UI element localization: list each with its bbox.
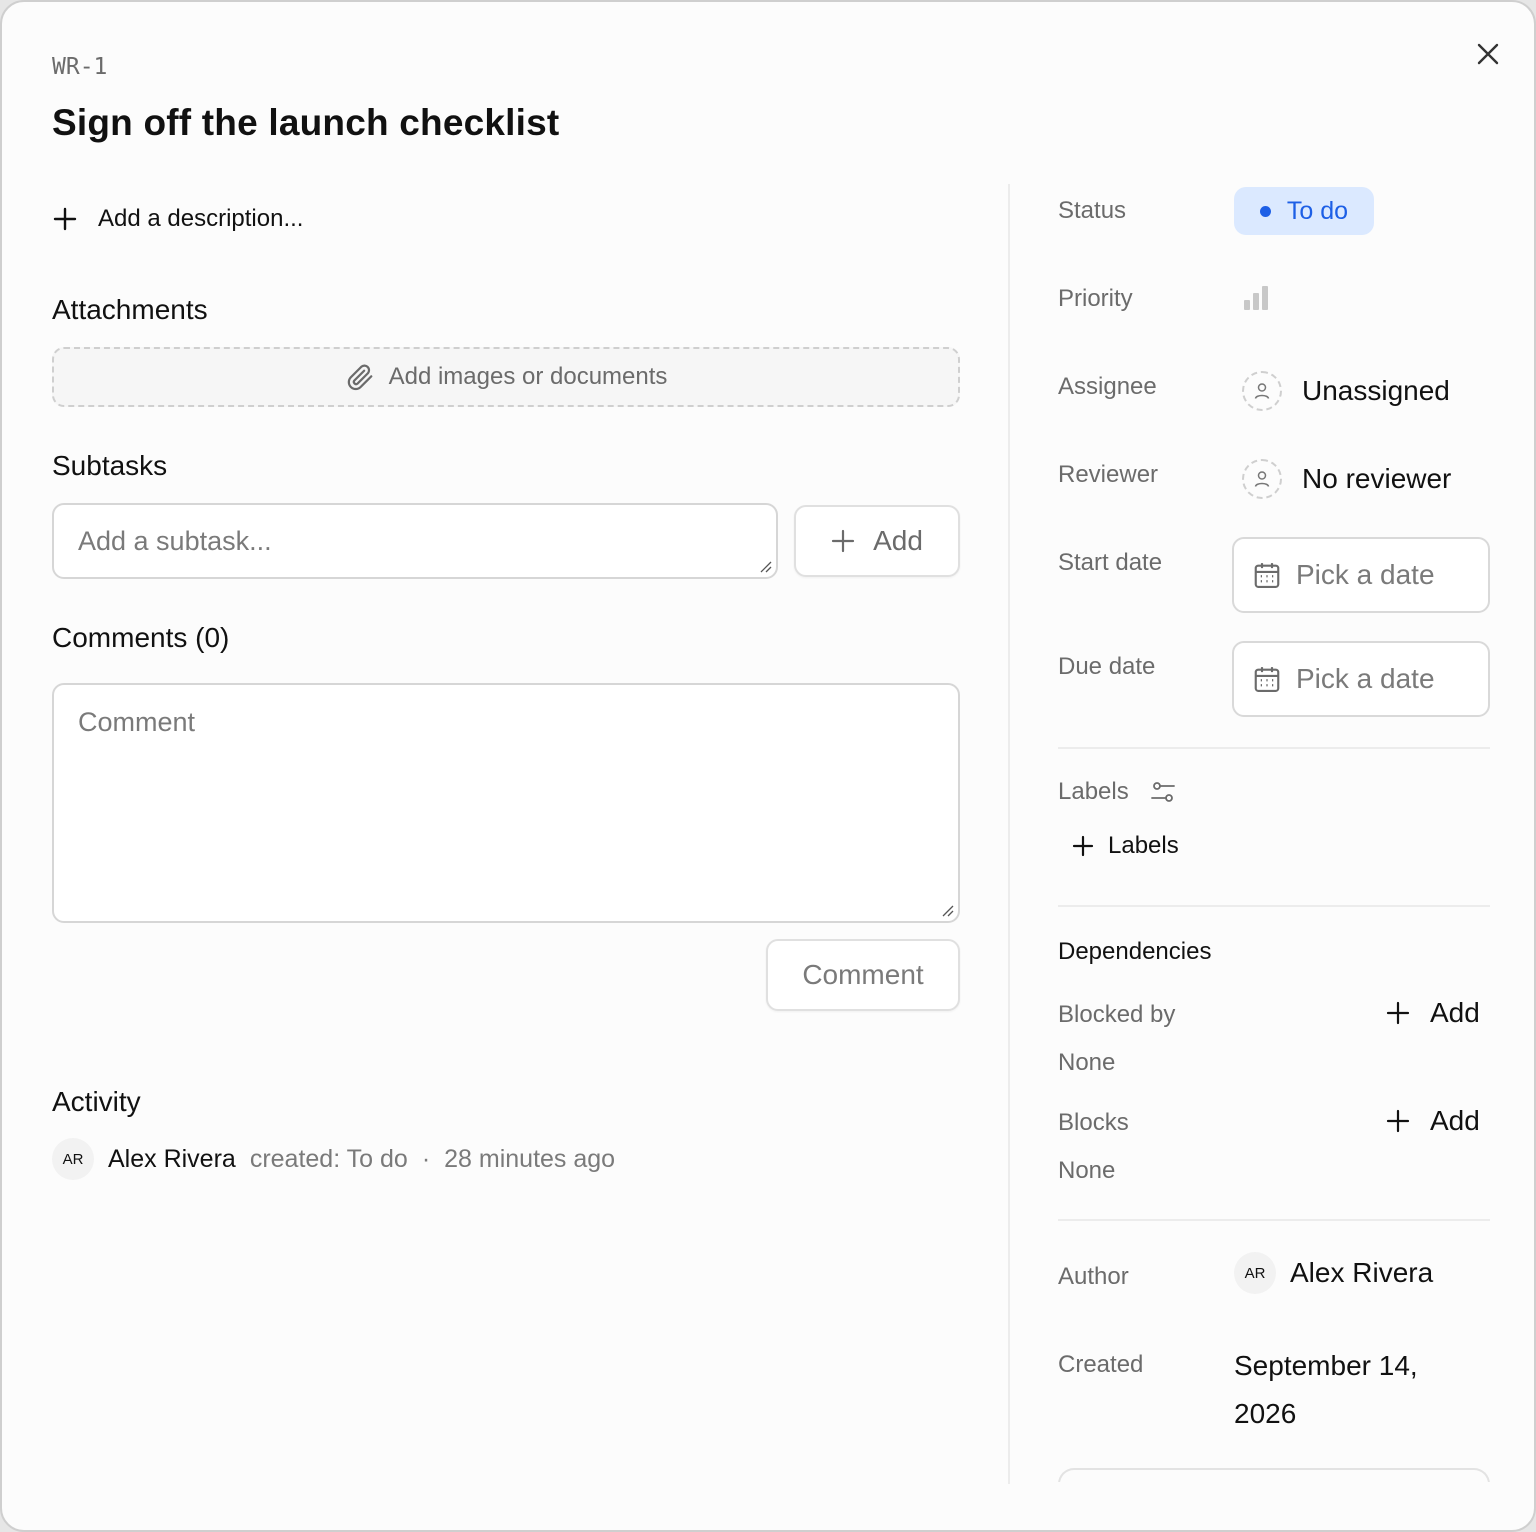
activity-heading: Activity xyxy=(52,1086,141,1117)
created-label: Created xyxy=(1058,1351,1144,1378)
activity-action: created: To do xyxy=(249,1144,408,1173)
add-description-label: Add a description... xyxy=(98,205,304,232)
assignee-value: Unassigned xyxy=(1302,375,1450,406)
user-icon xyxy=(1242,459,1282,499)
priority-dropdown[interactable] xyxy=(1242,284,1270,317)
resize-handle-icon[interactable] xyxy=(940,903,954,917)
plus-icon xyxy=(1386,1001,1410,1025)
plus-icon xyxy=(831,529,855,553)
created-value: September 14, 2026 xyxy=(1234,1350,1418,1429)
attachments-heading: Attachments xyxy=(52,294,208,325)
paperclip-icon xyxy=(347,364,372,391)
activity-separator: · xyxy=(421,1144,431,1173)
resize-handle-icon[interactable] xyxy=(758,559,772,573)
issue-title[interactable]: Sign off the launch checklist xyxy=(52,102,559,144)
subtask-input[interactable]: Add a subtask... xyxy=(52,503,778,579)
column-divider xyxy=(1008,184,1010,1484)
add-labels-button[interactable]: Labels xyxy=(1072,832,1179,860)
due-date-picker[interactable]: Pick a date xyxy=(1232,641,1490,717)
comment-placeholder: Comment xyxy=(78,707,196,737)
status-value: To do xyxy=(1286,196,1349,225)
blocks-value: None xyxy=(1058,1157,1116,1184)
add-blocks-button[interactable]: Add xyxy=(1386,1105,1480,1137)
sliders-icon[interactable] xyxy=(1149,778,1177,806)
issue-detail-modal: WR-1 Sign off the launch checklist Add a… xyxy=(0,0,1536,1532)
user-icon xyxy=(1242,371,1282,411)
add-blocked-by-button[interactable]: Add xyxy=(1386,997,1480,1029)
divider xyxy=(1058,905,1490,907)
plus-icon xyxy=(53,207,77,231)
add-labels-label: Labels xyxy=(1108,832,1179,859)
blocked-by-value: None xyxy=(1058,1049,1116,1076)
divider xyxy=(1058,1219,1490,1221)
assignee-label: Assignee xyxy=(1058,373,1157,400)
start-date-picker[interactable]: Pick a date xyxy=(1232,537,1490,613)
status-label: Status xyxy=(1058,197,1127,224)
attachments-dropzone[interactable]: Add images or documents xyxy=(52,347,960,407)
blocked-by-label: Blocked by xyxy=(1058,1001,1176,1028)
assignee-dropdown[interactable]: Unassigned xyxy=(1242,371,1450,411)
footer-mask xyxy=(1042,1482,1512,1530)
subtask-placeholder: Add a subtask... xyxy=(78,525,272,556)
close-button[interactable] xyxy=(1470,36,1506,72)
calendar-icon xyxy=(1254,563,1280,588)
add-subtask-label: Add xyxy=(873,525,923,556)
calendar-icon xyxy=(1254,667,1280,692)
reviewer-label: Reviewer xyxy=(1058,461,1159,488)
blocks-label: Blocks xyxy=(1058,1109,1129,1136)
priority-bars-icon xyxy=(1244,286,1268,310)
subtasks-heading: Subtasks xyxy=(52,450,168,481)
avatar: AR xyxy=(1234,1252,1276,1294)
comments-heading: Comments (0) xyxy=(52,622,230,653)
attachments-placeholder: Add images or documents xyxy=(388,363,668,390)
labels-header: Labels xyxy=(1058,778,1177,806)
due-date-value: Pick a date xyxy=(1296,663,1435,694)
labels-label: Labels xyxy=(1058,778,1129,805)
add-description-button[interactable]: Add a description... xyxy=(52,199,303,239)
author-value-row: AR Alex Rivera xyxy=(1234,1252,1433,1294)
divider xyxy=(1058,747,1490,749)
reviewer-dropdown[interactable]: No reviewer xyxy=(1242,459,1451,499)
activity-user: Alex Rivera xyxy=(108,1144,236,1173)
activity-time: 28 minutes ago xyxy=(444,1144,616,1173)
dependencies-heading: Dependencies xyxy=(1058,938,1212,965)
issue-key: WR-1 xyxy=(52,54,108,80)
add-blocks-label: Add xyxy=(1430,1105,1480,1136)
close-icon xyxy=(1477,43,1499,65)
comment-textarea[interactable]: Comment xyxy=(52,683,960,923)
status-dot-icon xyxy=(1259,205,1271,217)
reviewer-value: No reviewer xyxy=(1302,463,1452,494)
author-label: Author xyxy=(1058,1263,1129,1290)
add-subtask-button[interactable]: Add xyxy=(794,505,960,577)
plus-icon xyxy=(1072,835,1094,857)
plus-icon xyxy=(1386,1109,1410,1133)
start-date-value: Pick a date xyxy=(1296,559,1435,590)
author-name: Alex Rivera xyxy=(1290,1257,1434,1288)
priority-label: Priority xyxy=(1058,285,1133,312)
activity-item: AR Alex Rivera created: To do · 28 minut… xyxy=(52,1138,615,1180)
due-date-label: Due date xyxy=(1058,653,1156,680)
submit-comment-button[interactable]: Comment xyxy=(766,939,960,1011)
add-blocked-by-label: Add xyxy=(1430,997,1480,1028)
avatar: AR xyxy=(52,1138,94,1180)
status-dropdown[interactable]: To do xyxy=(1234,187,1374,235)
start-date-label: Start date xyxy=(1058,549,1163,576)
